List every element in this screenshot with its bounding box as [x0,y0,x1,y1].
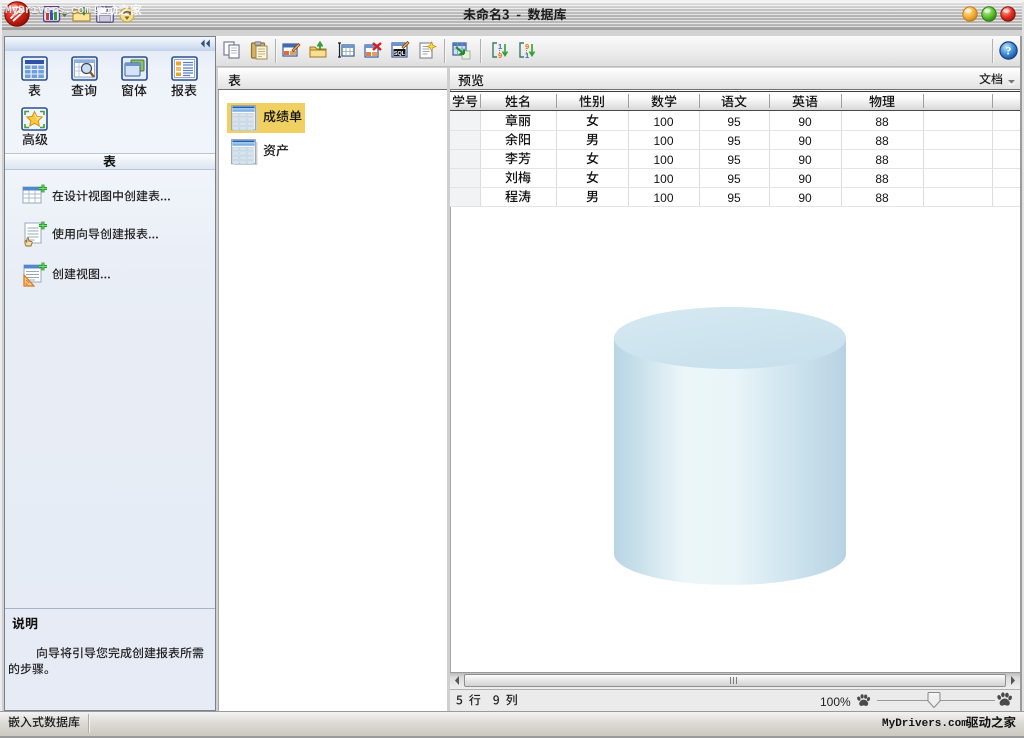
svg-text:9: 9 [525,42,529,51]
svg-text:1: 1 [498,42,502,51]
svg-text:1: 1 [525,51,529,60]
svg-text:9: 9 [498,51,502,60]
svg-text:?: ? [1006,44,1012,58]
svg-text:SQL: SQL [394,51,406,57]
